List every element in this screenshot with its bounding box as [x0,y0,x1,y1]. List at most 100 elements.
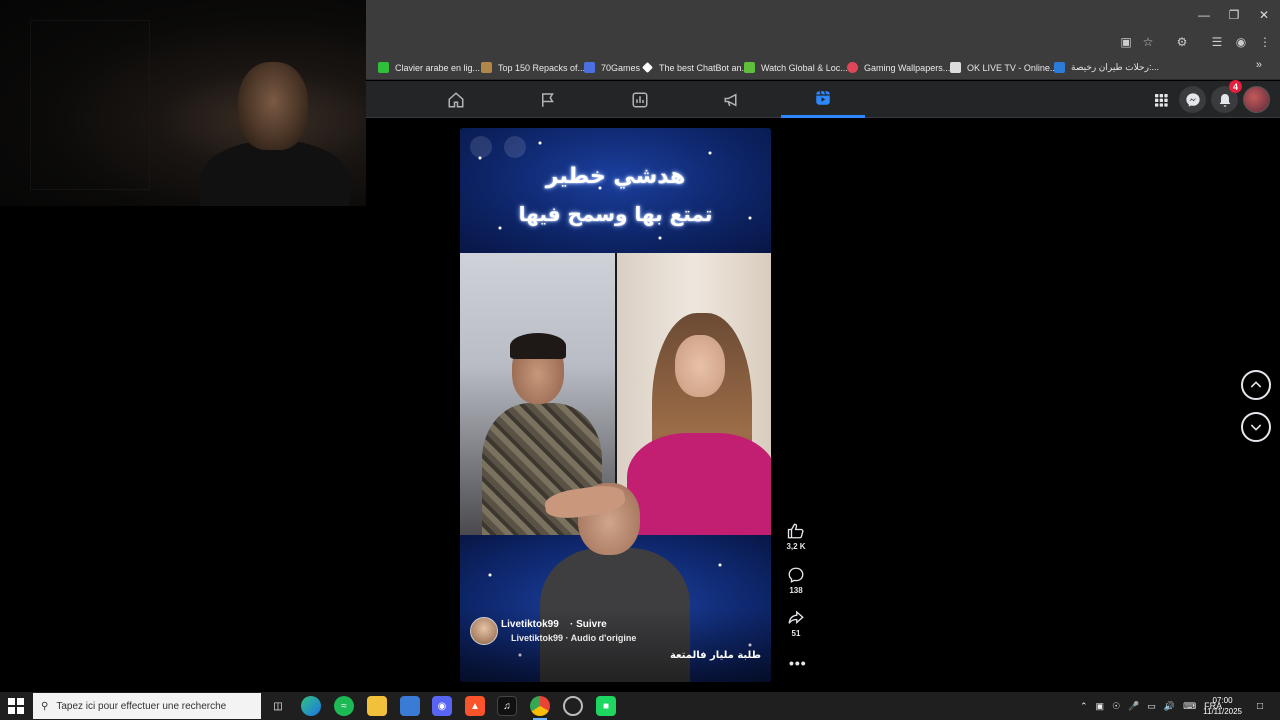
reels-icon [816,91,830,105]
clock-date: 11/11/2025 [1203,707,1242,716]
play-pause-button[interactable] [470,136,492,158]
bookmark-item[interactable]: رحلات طيران رخيصة:... [1054,59,1159,76]
bookmark-star-icon[interactable]: ☆ [1139,33,1157,51]
bookmark-item[interactable]: Clavier arabe en lig... [378,59,480,76]
reel-person-left-hair [510,333,566,359]
bookmark-favicon-icon [481,62,492,73]
screen: — ❐ ✕ ▣ ☆ ⚙ ☰ ◉ ⋮ Clavier arabe en lig..… [0,0,1280,720]
brave-icon[interactable]: ▲ [465,696,485,716]
messenger-button[interactable] [1179,86,1206,113]
bookmark-item[interactable]: Gaming Wallpapers... [847,59,950,76]
previous-reel-button[interactable] [1241,370,1271,400]
follow-button[interactable]: · Suivre [570,619,607,630]
notifications-button[interactable]: 4 [1211,80,1242,113]
reel-caption: طلبة مليار فالمتعة [669,650,761,661]
windows-taskbar: ⚲ Tapez ici pour effectuer une recherche… [0,692,1280,720]
chart-icon [632,92,648,107]
facebook-navbar: 4 [366,80,1280,118]
flag-icon [542,92,554,107]
mute-button[interactable] [504,136,526,158]
notifications-badge: 4 [1229,80,1242,93]
share-icon [788,610,804,624]
reel-video[interactable]: هدشي خطير تمتع بها وسمح فيها Livetiktok9… [460,128,771,682]
discord-icon[interactable]: ◉ [432,696,452,716]
webcam-person-head [238,62,308,150]
bookmark-item[interactable]: 70Games [584,59,640,76]
edge-icon[interactable] [301,696,321,716]
minimize-button[interactable]: — [1188,0,1220,29]
install-app-icon[interactable]: ▣ [1117,33,1135,51]
extensions-icon[interactable]: ⚙ [1173,33,1191,51]
bookmark-item[interactable]: OK LIVE TV - Online... [950,59,1057,76]
author-name[interactable]: Livetiktok99 [501,619,559,630]
thumbs-up-icon [787,523,804,539]
bookmarks-bar: Clavier arabe en lig... Top 150 Repacks … [366,55,1280,80]
author-avatar[interactable] [470,617,498,645]
browser-menu-icon[interactable]: ⋮ [1256,33,1274,51]
home-icon [448,91,464,107]
windows-start-icon[interactable] [8,698,24,714]
network-off-icon[interactable]: ☉ [1112,701,1120,712]
store-icon[interactable] [400,696,420,716]
bookmark-favicon-icon [744,62,755,73]
bookmark-label: رحلات طيران رخيصة:... [1071,62,1159,72]
volume-icon[interactable]: 🔊 [1164,701,1175,712]
spotify-icon[interactable]: ≈ [334,696,354,716]
like-button[interactable]: 3,2 K [782,522,810,551]
file-explorer-icon[interactable] [367,696,387,716]
tab-reels[interactable] [781,81,865,118]
profile-icon[interactable]: ◉ [1232,33,1250,51]
tab-insights[interactable] [598,81,682,118]
bookmark-favicon-icon [1054,62,1065,73]
taskbar-search-box[interactable]: ⚲ Tapez ici pour effectuer une recherche [33,693,261,719]
tiktok-icon[interactable]: ♫ [497,696,517,716]
obs-icon[interactable] [563,696,583,716]
tray-overflow-icon[interactable]: ⌃ [1080,701,1088,712]
bookmark-item[interactable]: The best ChatBot an... [642,59,749,76]
close-window-button[interactable]: ✕ [1248,0,1280,29]
task-view-icon[interactable]: ◫ [268,696,288,716]
reel-person-right-body [627,433,771,535]
tab-pages[interactable] [506,81,590,118]
megaphone-icon [724,93,737,106]
more-options-icon[interactable]: ••• [789,655,807,671]
browser-titlebar: — ❐ ✕ [366,0,1280,29]
input-settings-icon[interactable]: ⌨ [1183,701,1196,712]
menu-grid-button[interactable] [1147,86,1174,113]
like-count: 3,2 K [786,542,806,551]
next-reel-button[interactable] [1241,412,1271,442]
tray-app-icon[interactable]: ▣ [1096,701,1105,712]
media-control-icon[interactable]: ☰ [1208,33,1226,51]
reel-right-frame [617,253,771,535]
webcam-background [30,20,150,190]
bookmark-item[interactable]: Watch Global & Loc... [744,59,848,76]
reel-person-right-face [675,335,725,397]
comment-button[interactable]: 138 [782,566,810,595]
microphone-icon[interactable]: 🎤 [1128,701,1139,712]
webcam-overlay [0,0,366,206]
battery-icon[interactable]: ▭ [1147,701,1156,712]
audio-link[interactable]: Livetiktok99 · Audio d'origine [511,633,636,643]
tab-home[interactable] [414,81,498,118]
bookmark-label: The best ChatBot an... [659,62,750,73]
bookmark-favicon-icon [642,62,653,73]
bookmarks-overflow-icon[interactable]: » [1256,59,1262,71]
comment-icon [788,567,804,583]
bookmark-item[interactable]: Top 150 Repacks of... [481,59,585,76]
share-button[interactable]: 51 [782,609,810,638]
account-avatar[interactable] [1243,86,1270,113]
bookmark-label: Watch Global & Loc... [761,62,848,73]
search-icon: ⚲ [41,700,49,712]
share-count: 51 [791,629,801,638]
bookmark-label: OK LIVE TV - Online... [967,62,1058,73]
taskbar-clock[interactable]: 07:00 11/11/2025 [1203,695,1242,717]
browser-toolbar: ▣ ☆ ⚙ ☰ ◉ ⋮ [366,29,1280,55]
chrome-icon[interactable] [530,696,550,720]
tab-ads[interactable] [690,81,774,118]
bookmark-favicon-icon [847,62,858,73]
app-icon[interactable]: ■ [596,696,616,716]
messenger-icon [1185,92,1200,107]
restore-button[interactable]: ❐ [1218,0,1250,29]
notification-center-icon[interactable]: □ [1250,696,1270,716]
bookmark-label: 70Games [601,62,641,73]
